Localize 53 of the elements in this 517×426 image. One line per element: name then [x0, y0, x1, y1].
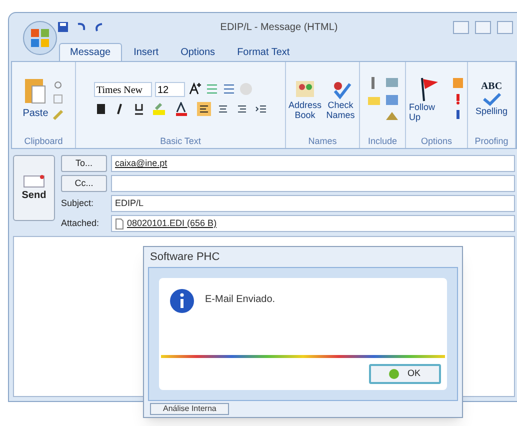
close-button[interactable] [497, 20, 513, 34]
minimize-button[interactable] [453, 20, 469, 34]
group-label: Proofing [474, 135, 510, 148]
window-title: EDIP/L - Message (HTML) [219, 20, 339, 34]
group-label: Clipboard [23, 135, 64, 148]
abc-label: ABC [480, 82, 502, 92]
follow-up-button[interactable]: Follow Up [409, 76, 448, 122]
group-label: Options [420, 135, 454, 148]
ribbon-tab[interactable]: Message [59, 43, 122, 61]
ok-button[interactable]: OK [369, 364, 441, 384]
attachment-link[interactable]: 08020101.EDI (656 B) [127, 216, 217, 230]
maximize-button[interactable] [475, 20, 491, 34]
check-names-button[interactable]: Check Names [325, 78, 356, 120]
dialog-message: E-Mail Enviado. [205, 293, 276, 307]
dialog-title: Software PHC [149, 250, 221, 265]
brush-icon [52, 108, 64, 120]
paste-button[interactable]: Paste [22, 106, 48, 121]
address-button[interactable]: Cc... [61, 175, 107, 192]
redo-icon[interactable] [93, 21, 105, 33]
input-field[interactable]: EDIP/L [111, 195, 515, 212]
field-label: Subject: [61, 196, 95, 210]
align-left-icon [196, 102, 210, 116]
list-icon [204, 82, 218, 96]
info-icon [169, 288, 195, 314]
ribbon-tab[interactable]: Options [170, 43, 226, 61]
clipboard-icon [23, 76, 48, 106]
dialog-tab[interactable]: Análise Interna [150, 403, 230, 415]
subject-text: EDIP/L [115, 196, 144, 210]
list-icon [222, 82, 236, 96]
ribbon-tab[interactable]: Insert [124, 43, 169, 61]
group-label: Names [307, 135, 338, 148]
size-dropdown[interactable]: 12 [154, 82, 184, 96]
ribbon-tab[interactable]: Format Text [227, 43, 300, 61]
save-icon[interactable] [57, 21, 69, 33]
checkmark-icon [482, 92, 502, 106]
input-field[interactable]: caixa@ine.pt [111, 155, 515, 172]
undo-icon[interactable] [75, 21, 87, 33]
file-icon [115, 218, 124, 230]
office-button[interactable] [23, 21, 57, 55]
field-label: Attached: [61, 216, 100, 230]
copy-icon [52, 92, 64, 104]
grow-font-icon [188, 82, 202, 96]
group-label: Include [366, 135, 398, 148]
font-dropdown[interactable]: Times New [94, 82, 152, 96]
group-label: Basic Text [159, 135, 202, 148]
input-field[interactable] [111, 175, 515, 192]
spelling-button[interactable]: ABC Spelling [475, 82, 508, 116]
input-field[interactable]: 08020101.EDI (656 B) [111, 215, 515, 232]
address-button[interactable]: To... [61, 155, 107, 172]
office-logo-icon [30, 28, 50, 48]
send-button[interactable]: Send [13, 155, 55, 221]
recipient-link[interactable]: caixa@ine.pt [115, 156, 168, 170]
address-book-button[interactable]: Address Book [289, 78, 321, 120]
